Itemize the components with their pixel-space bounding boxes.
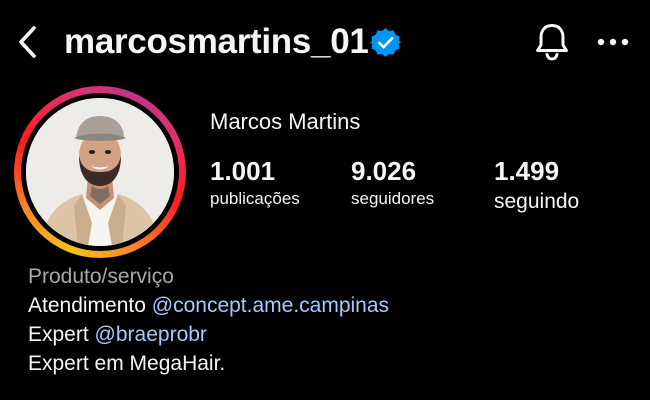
stat-following[interactable]: 1.499 seguindo — [494, 154, 579, 216]
profile-username[interactable]: marcosmartins_01 — [64, 20, 369, 64]
stat-following-value: 1.499 — [494, 156, 560, 186]
stat-following-label: seguindo — [494, 190, 580, 213]
bell-icon — [536, 24, 568, 61]
bio-line-1-text: Atendimento — [28, 294, 146, 317]
more-options-button[interactable] — [590, 22, 636, 62]
profile-bio: Produto/serviço Atendimento @concept.ame… — [28, 262, 638, 378]
stat-followers-value: 9.026 — [351, 156, 417, 186]
stat-followers[interactable]: 9.026 seguidores — [351, 154, 434, 210]
back-button[interactable] — [10, 22, 44, 62]
stat-posts-label: publicações — [210, 189, 300, 208]
mention-link-braeprobr[interactable]: @braeprobr — [95, 323, 207, 346]
avatar-story-ring[interactable] — [14, 86, 186, 258]
top-bar: marcosmartins_01 — [0, 0, 650, 86]
avatar-ring-gap — [21, 93, 179, 251]
mention-link-concept[interactable]: @concept.ame.campinas — [152, 294, 389, 317]
bio-line-1: Atendimento @concept.ame.campinas — [28, 291, 638, 320]
chevron-left-icon — [19, 26, 36, 58]
profile-category: Produto/serviço — [28, 265, 174, 288]
more-horizontal-icon — [597, 38, 629, 46]
bio-line-2-text: Expert — [28, 323, 89, 346]
profile-display-name: Marcos Martins — [210, 109, 361, 134]
profile-page: marcosmartins_01 Marcos Martins 1.001 pu… — [0, 0, 650, 400]
bio-line-2: Expert @braeprobr — [28, 320, 638, 349]
stat-posts-value: 1.001 — [210, 156, 276, 186]
profile-photo-image — [26, 98, 174, 246]
avatar — [26, 98, 174, 246]
verified-badge-icon — [370, 28, 401, 57]
notifications-button[interactable] — [530, 20, 574, 64]
bio-line-3: Expert em MegaHair. — [28, 352, 226, 375]
stat-followers-label: seguidores — [351, 189, 435, 208]
stat-posts[interactable]: 1.001 publicações — [210, 154, 300, 210]
